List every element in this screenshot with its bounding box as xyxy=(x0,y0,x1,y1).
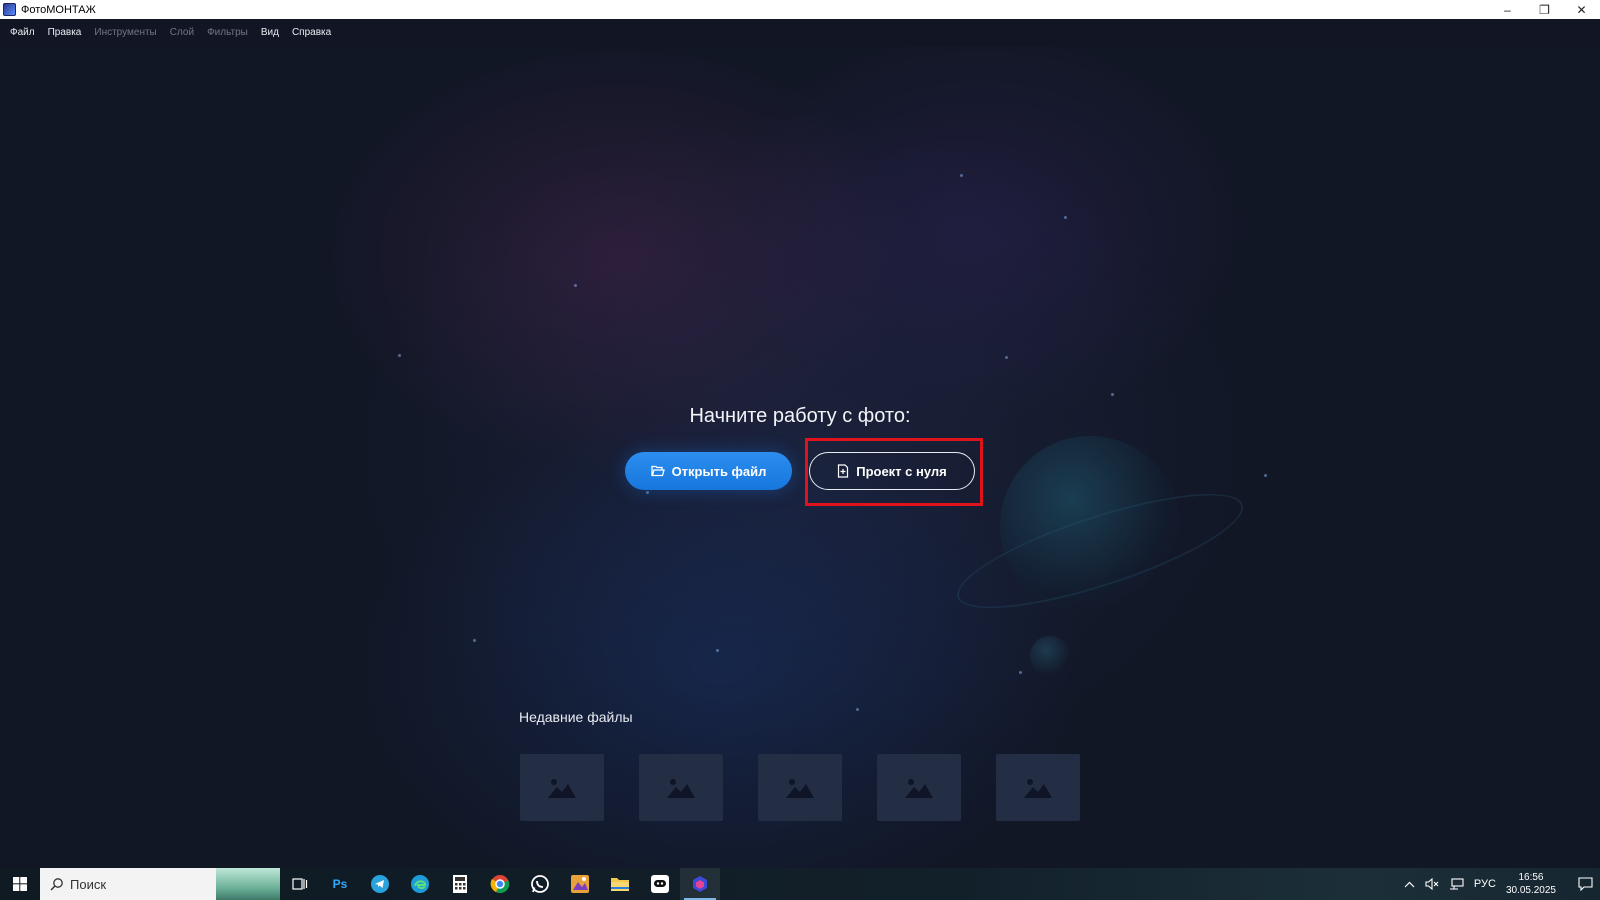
image-placeholder-icon xyxy=(548,778,576,798)
telegram-icon xyxy=(371,875,389,893)
taskbar-app-file-explorer[interactable] xyxy=(600,868,640,900)
star-decoration xyxy=(856,708,859,711)
open-file-label: Открыть файл xyxy=(671,463,767,479)
taskbar-app-edge[interactable] xyxy=(400,868,440,900)
edge-icon xyxy=(411,875,429,893)
photo-editor-icon xyxy=(571,875,589,893)
notification-center-button[interactable] xyxy=(1570,868,1600,900)
star-decoration xyxy=(1264,474,1267,477)
photoshop-icon: Ps xyxy=(332,877,348,891)
star-decoration xyxy=(716,649,719,652)
menu-item-filters[interactable]: Фильтры xyxy=(207,27,248,38)
start-screen: Начните работу с фото: Открыть файл Прое… xyxy=(0,46,1600,868)
clock[interactable]: 16:56 30.05.2025 xyxy=(1506,871,1556,897)
taskbar-app-photo-editor[interactable] xyxy=(560,868,600,900)
taskbar-app-photoshop[interactable]: Ps xyxy=(320,868,360,900)
messenger-icon xyxy=(651,875,669,893)
star-decoration xyxy=(1064,216,1067,219)
image-placeholder-icon xyxy=(667,778,695,798)
recent-files-title: Недавние файлы xyxy=(519,709,633,725)
image-placeholder-icon xyxy=(905,778,933,798)
star-decoration xyxy=(574,284,577,287)
open-file-button[interactable]: Открыть файл xyxy=(625,452,792,490)
restore-button[interactable]: ❐ xyxy=(1526,0,1563,19)
menu-item-view[interactable]: Вид xyxy=(261,27,279,38)
app-logo-icon xyxy=(3,3,16,16)
recent-file-thumbnail[interactable] xyxy=(758,754,842,821)
folder-icon xyxy=(650,465,665,477)
star-decoration xyxy=(1019,671,1022,674)
star-decoration xyxy=(473,639,476,642)
notification-icon xyxy=(1577,877,1593,891)
star-decoration xyxy=(646,491,649,494)
folder-icon xyxy=(611,878,629,891)
start-title: Начните работу с фото: xyxy=(689,405,911,427)
star-decoration xyxy=(960,174,963,177)
volume-muted-icon[interactable] xyxy=(1425,878,1439,890)
calculator-icon xyxy=(453,875,467,893)
search-placeholder: Поиск xyxy=(70,876,107,892)
window-controls: – ❐ ✕ xyxy=(1489,0,1600,19)
taskbar-app-telegram[interactable] xyxy=(360,868,400,900)
menu-item-tools[interactable]: Инструменты xyxy=(94,27,156,38)
fotomontazh-icon xyxy=(693,876,707,892)
search-highlight-image xyxy=(216,868,280,900)
chevron-up-icon[interactable] xyxy=(1404,881,1415,888)
close-button[interactable]: ✕ xyxy=(1563,0,1600,19)
taskbar-app-messenger[interactable] xyxy=(640,868,680,900)
clock-time: 16:56 xyxy=(1518,872,1544,883)
taskbar-app-whatsapp[interactable] xyxy=(520,868,560,900)
task-view-icon xyxy=(292,878,308,890)
recent-files-list xyxy=(520,754,1115,821)
title-bar: ФотоМОНТАЖ – ❐ ✕ xyxy=(0,0,1600,19)
menu-bar: Файл Правка Инструменты Слой Фильтры Вид… xyxy=(0,19,1600,46)
network-icon[interactable] xyxy=(1449,878,1464,890)
moon-decoration xyxy=(1030,636,1070,676)
search-icon xyxy=(50,878,63,891)
image-placeholder-icon xyxy=(786,778,814,798)
taskbar-app-chrome[interactable] xyxy=(480,868,520,900)
star-decoration xyxy=(398,354,401,357)
recent-file-thumbnail[interactable] xyxy=(996,754,1080,821)
whatsapp-icon xyxy=(531,875,549,893)
star-decoration xyxy=(1111,393,1114,396)
recent-file-thumbnail[interactable] xyxy=(520,754,604,821)
system-tray: РУС 16:56 30.05.2025 xyxy=(1404,868,1600,900)
windows-logo-icon xyxy=(13,877,27,891)
menu-item-help[interactable]: Справка xyxy=(292,27,331,38)
windows-start-button[interactable] xyxy=(0,868,40,900)
image-placeholder-icon xyxy=(1024,778,1052,798)
language-indicator[interactable]: РУС xyxy=(1474,878,1496,890)
menu-item-file[interactable]: Файл xyxy=(10,27,35,38)
task-view-button[interactable] xyxy=(280,868,320,900)
clock-date: 30.05.2025 xyxy=(1505,885,1556,896)
taskbar-app-fotomontazh[interactable] xyxy=(680,868,720,900)
highlight-annotation xyxy=(805,438,983,506)
recent-file-thumbnail[interactable] xyxy=(877,754,961,821)
minimize-button[interactable]: – xyxy=(1489,0,1526,19)
chrome-icon xyxy=(490,875,510,894)
star-decoration xyxy=(1005,356,1008,359)
recent-file-thumbnail[interactable] xyxy=(639,754,723,821)
taskbar-app-calculator[interactable] xyxy=(440,868,480,900)
taskbar-search[interactable]: Поиск xyxy=(40,868,280,900)
menu-item-edit[interactable]: Правка xyxy=(48,27,82,38)
menu-item-layer[interactable]: Слой xyxy=(170,27,194,38)
window-title: ФотоМОНТАЖ xyxy=(21,3,96,16)
taskbar: Поиск Ps РУС 16:56 30.05.2025 xyxy=(0,868,1600,900)
